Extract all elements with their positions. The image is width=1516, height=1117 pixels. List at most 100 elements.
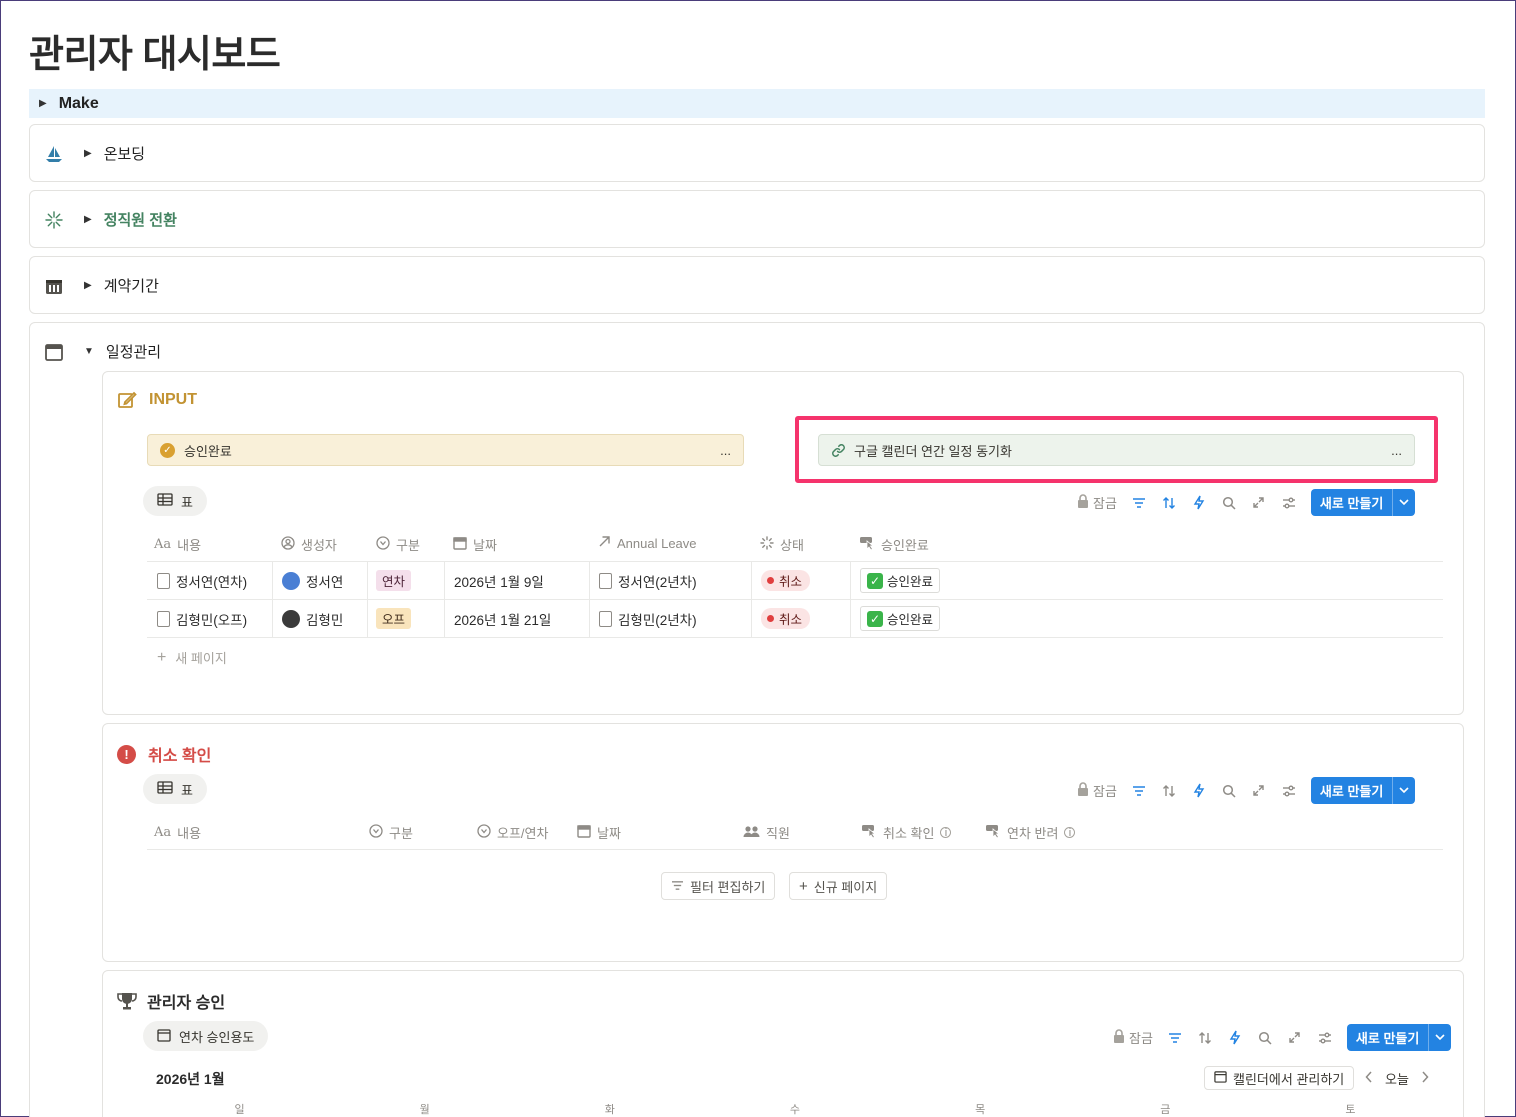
chevron-right-icon[interactable] [1421, 1071, 1429, 1086]
table-row-leave[interactable]: 김형민(2년차) [599, 609, 697, 629]
chevron-left-icon[interactable] [1365, 1071, 1373, 1086]
table-row-date[interactable]: 2026년 1월 21일 [454, 609, 551, 629]
table-row-title[interactable]: 정서연(연차) [157, 571, 247, 591]
cancel-card [102, 723, 1464, 962]
section-title-contract[interactable]: 계약기간 [104, 275, 159, 296]
search-icon[interactable] [1257, 1030, 1273, 1046]
col-header-content[interactable]: Aa 내용 [154, 823, 201, 842]
select-icon [376, 536, 390, 553]
lock-button[interactable]: 잠금 [1113, 1028, 1153, 1047]
col-header-type[interactable]: 구분 [369, 823, 413, 842]
table-row-creator[interactable]: 정서연 [282, 571, 343, 591]
more-options-icon[interactable]: ... [720, 443, 731, 458]
sort-icon[interactable] [1161, 495, 1177, 511]
check-mark-icon: ✓ [867, 572, 883, 589]
lock-button[interactable]: 잠금 [1077, 781, 1117, 800]
table-row-approve-button[interactable]: ✓ 승인완료 [860, 606, 941, 631]
col-header-content[interactable]: Aa 내용 [154, 535, 201, 554]
search-icon[interactable] [1221, 783, 1237, 799]
status-icon [760, 536, 774, 553]
filter-icon[interactable] [1131, 783, 1147, 799]
divider [147, 561, 1443, 562]
col-header-annual-leave[interactable]: Annual Leave [598, 535, 697, 551]
expand-icon[interactable] [1251, 783, 1267, 799]
section-title-onboarding[interactable]: 온보딩 [104, 143, 145, 164]
link-icon [831, 443, 846, 458]
toggle-arrow-icon[interactable]: ▶ [84, 280, 92, 291]
chevron-down-icon[interactable] [1393, 787, 1415, 794]
table-row-title[interactable]: 김형민(오프) [157, 609, 247, 629]
table-row-leave[interactable]: 정서연(2년차) [599, 571, 697, 591]
filter-icon[interactable] [1167, 1030, 1183, 1046]
section-onboarding: ▶ 온보딩 [29, 124, 1485, 182]
manage-in-calendar-button[interactable]: 캘린더에서 관리하기 [1204, 1066, 1355, 1090]
filter-icon[interactable] [1131, 495, 1147, 511]
weekday-header: 일 월 화 수 목 금 토 [147, 1101, 1443, 1117]
today-button[interactable]: 오늘 [1385, 1069, 1409, 1088]
check-mark-icon: ✓ [867, 610, 883, 627]
toggle-arrow-icon[interactable]: ▶ [39, 98, 47, 109]
col-header-creator[interactable]: 생성자 [281, 535, 337, 554]
sort-icon[interactable] [1161, 783, 1177, 799]
settings-sliders-icon[interactable] [1281, 783, 1297, 799]
section-title-schedule[interactable]: 일정관리 [106, 341, 161, 362]
table-row-creator[interactable]: 김형민 [282, 609, 343, 629]
lightning-icon[interactable] [1191, 495, 1207, 511]
info-icon: i [940, 827, 952, 839]
table-row-approve-button[interactable]: ✓ 승인완료 [860, 568, 941, 593]
table-row-status[interactable]: 취소 [761, 570, 811, 591]
table-row-date[interactable]: 2026년 1월 9일 [454, 571, 544, 591]
sort-icon[interactable] [1197, 1030, 1213, 1046]
lock-button[interactable]: 잠금 [1077, 493, 1117, 512]
approved-button[interactable]: ✓ 승인완료 ... [147, 434, 744, 466]
table-row-status[interactable]: 취소 [761, 608, 811, 629]
toggle-arrow-icon[interactable]: ▼ [84, 346, 94, 357]
expand-icon[interactable] [1287, 1030, 1303, 1046]
lightning-icon[interactable] [1191, 783, 1207, 799]
google-calendar-sync-button[interactable]: 구글 캘린더 연간 일정 동기화 ... [818, 434, 1415, 466]
col-header-leave-reject[interactable]: 연차 반려 i [985, 823, 1076, 842]
col-header-cancel-confirm[interactable]: 취소 확인 i [861, 823, 952, 842]
lightning-icon[interactable] [1227, 1030, 1243, 1046]
info-icon: i [1064, 827, 1076, 839]
view-tab-calendar[interactable]: 연차 승인용도 [143, 1021, 269, 1051]
edit-filter-button[interactable]: 필터 편집하기 [661, 872, 776, 900]
text-type-icon: Aa [154, 825, 172, 840]
page-icon [157, 573, 170, 589]
select-icon [477, 824, 491, 841]
toggle-arrow-icon[interactable]: ▶ [84, 214, 92, 225]
table-row-type[interactable]: 오프 [376, 608, 412, 629]
admin-toolbar: 잠금 새로 만들기 [1113, 1024, 1452, 1051]
col-header-type[interactable]: 구분 [376, 535, 420, 554]
make-toggle[interactable]: ▶ Make [29, 89, 1485, 118]
edit-icon [117, 390, 137, 410]
new-button[interactable]: 새로 만들기 [1310, 489, 1416, 516]
view-tab-table[interactable]: 표 [143, 774, 207, 804]
relation-arrow-icon [598, 535, 611, 551]
plus-icon: + [799, 877, 808, 895]
chevron-down-icon[interactable] [1429, 1034, 1451, 1041]
col-header-date[interactable]: 날짜 [453, 535, 497, 554]
col-header-status[interactable]: 상태 [760, 535, 804, 554]
search-icon[interactable] [1221, 495, 1237, 511]
expand-icon[interactable] [1251, 495, 1267, 511]
new-page-button[interactable]: + 새 페이지 [157, 648, 227, 667]
more-options-icon[interactable]: ... [1391, 443, 1402, 458]
settings-sliders-icon[interactable] [1281, 495, 1297, 511]
new-page-button[interactable]: + 신규 페이지 [789, 872, 888, 900]
settings-sliders-icon[interactable] [1317, 1030, 1333, 1046]
col-header-date[interactable]: 날짜 [577, 823, 621, 842]
divider [751, 562, 752, 637]
table-row-type[interactable]: 연차 [376, 570, 412, 591]
status-dot-icon [767, 577, 774, 584]
section-title-conversion[interactable]: 정직원 전환 [104, 209, 177, 230]
col-header-employee[interactable]: 직원 [743, 823, 790, 842]
new-button[interactable]: 새로 만들기 [1310, 777, 1416, 804]
col-header-off-leave[interactable]: 오프/연차 [477, 823, 548, 842]
new-button[interactable]: 새로 만들기 [1346, 1024, 1452, 1051]
toggle-arrow-icon[interactable]: ▶ [84, 148, 92, 159]
col-header-approved[interactable]: 승인완료 [859, 535, 929, 554]
chevron-down-icon[interactable] [1393, 499, 1415, 506]
button-pointer-icon [861, 824, 877, 841]
view-tab-table[interactable]: 표 [143, 486, 207, 516]
